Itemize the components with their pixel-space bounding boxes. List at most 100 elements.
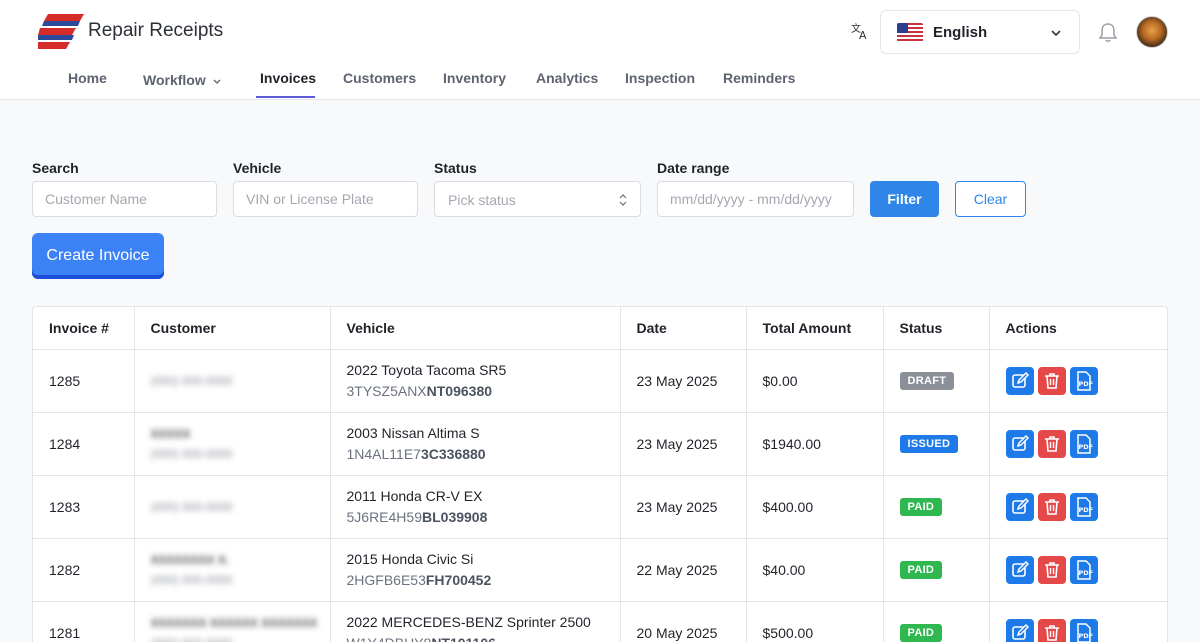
svg-text:PDF: PDF xyxy=(1078,380,1093,388)
nav-analytics[interactable]: Analytics xyxy=(536,70,598,86)
total-amount: $500.00 xyxy=(746,601,884,642)
bell-icon[interactable] xyxy=(1097,21,1119,43)
edit-button[interactable] xyxy=(1005,492,1034,521)
delete-button[interactable] xyxy=(1037,555,1066,584)
vehicle-name: 2022 MERCEDES-BENZ Sprinter 2500 xyxy=(346,613,591,630)
pdf-button[interactable]: PDF xyxy=(1069,429,1098,458)
search-input[interactable] xyxy=(32,181,217,217)
table-row[interactable]: 1284 XXXXX (000) 000-0000 2003 Nissan Alt… xyxy=(33,412,1167,476)
col-invoice-number[interactable]: Invoice # xyxy=(33,307,135,350)
brand-name[interactable]: Repair Receipts xyxy=(88,20,223,42)
invoice-number[interactable]: 1282 xyxy=(33,538,135,602)
table-row[interactable]: 1283 (000) 000-0000 2011 Honda CR-V EX 5… xyxy=(33,475,1167,539)
customer-cell[interactable]: (000) 000-0000 xyxy=(134,349,331,413)
delete-button[interactable] xyxy=(1037,366,1066,395)
total-amount: $400.00 xyxy=(746,475,884,539)
pdf-button[interactable]: PDF xyxy=(1069,555,1098,584)
vehicle-vin: 5J6RE4H59BL039908 xyxy=(347,507,620,528)
vehicle-cell: 2003 Nissan Altima S 1N4AL11E73C336880 xyxy=(330,412,621,476)
customer-cell[interactable]: XXXXXXX XXXXXX XXXXXXX(000) 000-0000 xyxy=(134,601,331,642)
table-row[interactable]: 1282 XXXXXXXX X. (000) 000-0000 2015 Hond… xyxy=(33,538,1167,602)
edit-icon xyxy=(1011,560,1029,577)
pdf-icon: PDF xyxy=(1076,622,1093,642)
invoice-number[interactable]: 1285 xyxy=(33,349,135,413)
pdf-icon: PDF xyxy=(1076,496,1093,517)
edit-button[interactable] xyxy=(1005,429,1034,458)
vin-prefix: 3TYSZ5ANX xyxy=(346,382,427,399)
customer-cell[interactable]: XXXXXXXX X. (000) 000-0000 xyxy=(134,538,331,602)
pdf-button[interactable]: PDF xyxy=(1069,492,1098,521)
date-range-input[interactable] xyxy=(657,181,854,217)
col-total-amount[interactable]: Total Amount xyxy=(746,307,884,350)
language-select[interactable]: English xyxy=(880,10,1080,54)
customer-redacted: XXXXXXXX X. (000) 000-0000 xyxy=(150,552,233,587)
vehicle-name: 2022 Toyota Tacoma SR5 xyxy=(346,361,507,378)
svg-text:PDF: PDF xyxy=(1078,632,1093,640)
nav-customers[interactable]: Customers xyxy=(343,70,416,86)
nav-invoices[interactable]: Invoices xyxy=(260,70,316,86)
customer-redacted: XXXXX (000) 000-0000 xyxy=(150,426,233,461)
invoice-number[interactable]: 1284 xyxy=(33,412,135,476)
vehicle-input[interactable] xyxy=(233,181,418,217)
nav-home[interactable]: Home xyxy=(68,70,107,86)
status-cell: DRAFT xyxy=(883,349,990,413)
invoice-date: 23 May 2025 xyxy=(620,349,747,413)
nav-workflow[interactable]: Workflow xyxy=(143,72,222,88)
col-actions: Actions xyxy=(989,307,1167,350)
trash-icon xyxy=(1044,435,1059,452)
vehicle-cell: 2015 Honda Civic Si 2HGFB6E53FH700452 xyxy=(330,538,621,602)
status-select[interactable]: Pick status xyxy=(434,181,641,217)
customer-cell[interactable]: (000) 000-0000 xyxy=(134,475,331,539)
user-avatar[interactable] xyxy=(1136,16,1168,48)
edit-button[interactable] xyxy=(1005,555,1034,584)
customer-redacted: (000) 000-0000 xyxy=(150,499,233,514)
date-range-label: Date range xyxy=(657,160,730,176)
invoice-number[interactable]: 1281 xyxy=(33,601,135,642)
edit-icon xyxy=(1011,623,1029,640)
top-header: Repair Receipts 文 A English Home Workflo… xyxy=(0,0,1200,100)
svg-text:PDF: PDF xyxy=(1078,443,1093,451)
customer-cell[interactable]: XXXXX (000) 000-0000 xyxy=(134,412,331,476)
vin-suffix: BL039908 xyxy=(422,508,488,525)
pdf-icon: PDF xyxy=(1076,433,1093,454)
total-amount: $1940.00 xyxy=(746,412,884,476)
table-row[interactable]: 1281 XXXXXXX XXXXXX XXXXXXX(000) 000-000… xyxy=(33,601,1167,642)
pdf-button[interactable]: PDF xyxy=(1069,366,1098,395)
vin-prefix: 2HGFB6E53 xyxy=(346,571,426,588)
invoice-date: 23 May 2025 xyxy=(620,412,747,476)
vin-suffix: FH700452 xyxy=(425,571,492,588)
filter-button[interactable]: Filter xyxy=(870,181,939,217)
clear-button[interactable]: Clear xyxy=(955,181,1026,217)
invoice-number[interactable]: 1283 xyxy=(33,475,135,539)
brand-logo-icon[interactable] xyxy=(38,14,84,50)
create-invoice-button[interactable]: Create Invoice xyxy=(32,233,164,279)
vehicle-name: 2011 Honda CR-V EX xyxy=(346,487,483,504)
translate-icon[interactable]: 文 A xyxy=(850,21,870,41)
delete-button[interactable] xyxy=(1037,429,1066,458)
delete-button[interactable] xyxy=(1037,492,1066,521)
invoices-table: Invoice # Customer Vehicle Date Total Am… xyxy=(32,306,1168,642)
vehicle-cell: 2022 Toyota Tacoma SR5 3TYSZ5ANXNT096380 xyxy=(330,349,621,413)
pdf-button[interactable]: PDF xyxy=(1069,618,1098,642)
edit-button[interactable] xyxy=(1005,366,1034,395)
us-flag-icon xyxy=(897,23,923,42)
edit-button[interactable] xyxy=(1005,618,1034,642)
total-amount: $40.00 xyxy=(746,538,884,602)
col-date[interactable]: Date xyxy=(620,307,747,350)
edit-icon xyxy=(1011,434,1029,451)
updown-chevron-icon xyxy=(619,194,627,206)
vehicle-vin: 2HGFB6E53FH700452 xyxy=(347,570,620,591)
col-customer[interactable]: Customer xyxy=(134,307,331,350)
status-cell: ISSUED xyxy=(883,412,990,476)
svg-text:PDF: PDF xyxy=(1078,506,1093,514)
nav-inspection[interactable]: Inspection xyxy=(625,70,695,86)
vehicle-name: 2003 Nissan Altima S xyxy=(346,424,480,441)
nav-reminders[interactable]: Reminders xyxy=(723,70,795,86)
nav-inventory[interactable]: Inventory xyxy=(443,70,506,86)
table-row[interactable]: 1285 (000) 000-0000 2022 Toyota Tacoma S… xyxy=(33,349,1167,413)
customer-redacted: (000) 000-0000 xyxy=(150,373,233,388)
col-vehicle[interactable]: Vehicle xyxy=(330,307,621,350)
col-status[interactable]: Status xyxy=(883,307,990,350)
delete-button[interactable] xyxy=(1037,618,1066,642)
chevron-down-icon xyxy=(213,79,221,85)
